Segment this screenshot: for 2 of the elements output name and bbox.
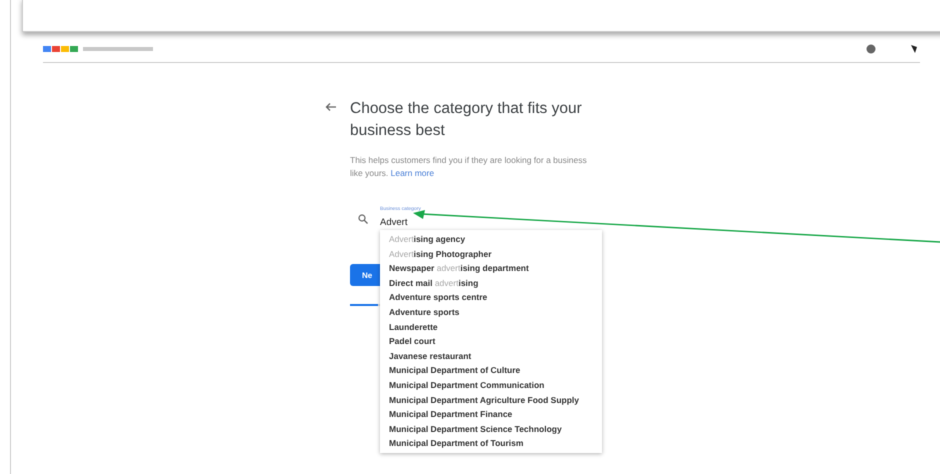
page-heading: Choose the category that fits your business best bbox=[350, 99, 583, 141]
description-text: This helps customers find you if they are looking for a business like yours. Learn more bbox=[350, 154, 588, 180]
